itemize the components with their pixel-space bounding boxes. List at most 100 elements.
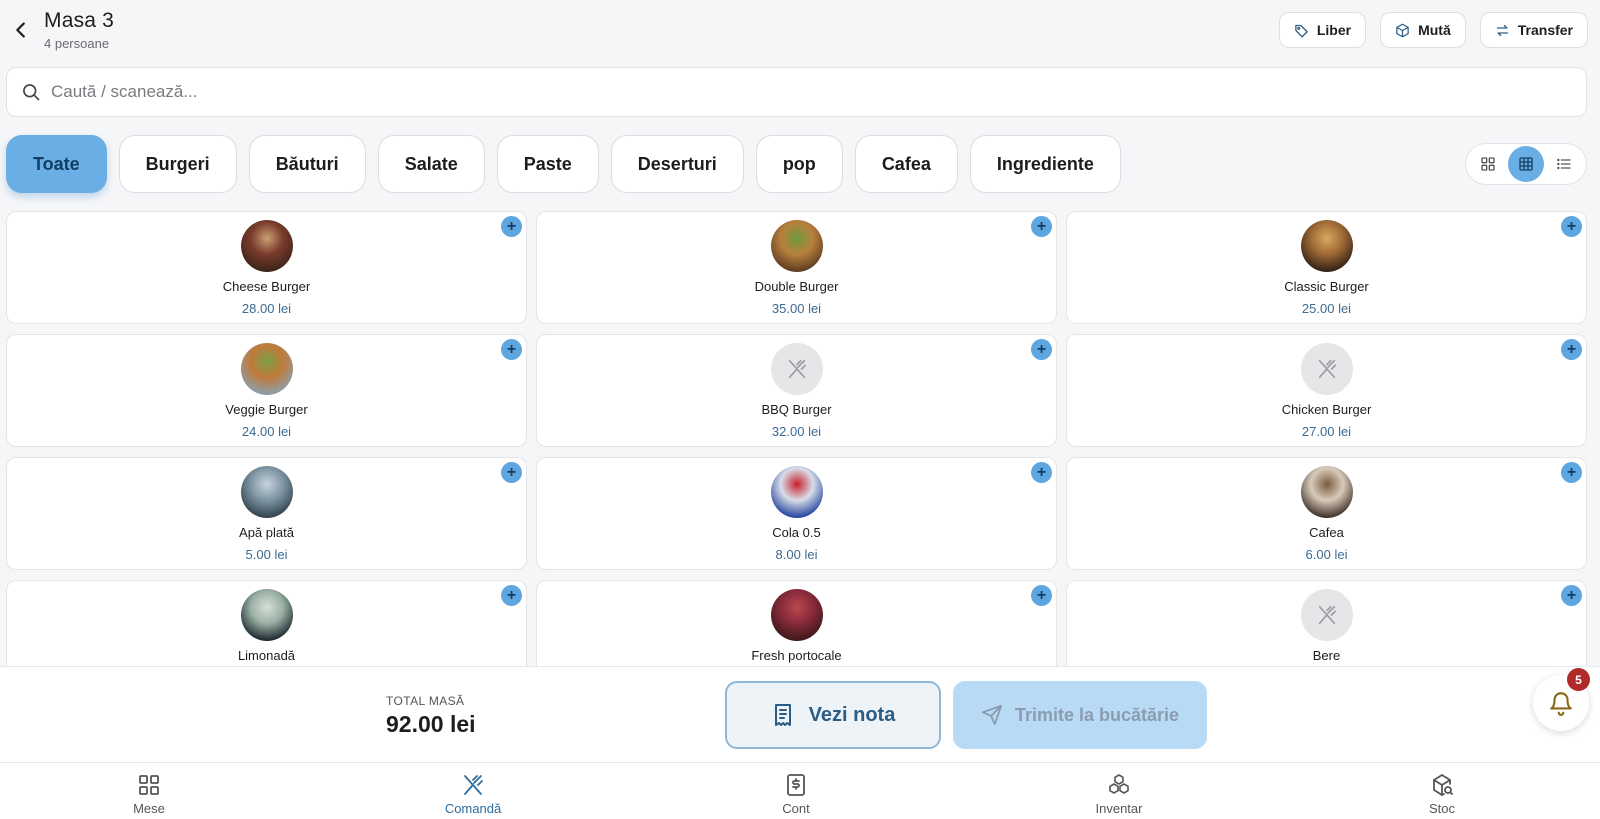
add-to-order-button[interactable]: + — [501, 339, 522, 360]
free-table-label: Liber — [1316, 22, 1352, 38]
tab-ingrediente[interactable]: Ingrediente — [969, 135, 1121, 193]
placeholder-thumbnail — [1300, 343, 1353, 395]
add-to-order-button[interactable]: + — [1031, 216, 1052, 237]
search-input[interactable] — [51, 82, 1586, 102]
tag-icon — [1295, 24, 1308, 37]
nav-cont-label: Cont — [782, 801, 810, 816]
product-name: Chicken Burger — [1281, 402, 1372, 417]
nav-cont[interactable]: Cont — [736, 773, 856, 816]
package-search-icon — [1433, 774, 1453, 796]
plus-icon: + — [1566, 586, 1577, 604]
tab-deserturi[interactable]: Deserturi — [610, 135, 744, 193]
add-to-order-button[interactable]: + — [1561, 216, 1582, 237]
tab-pop[interactable]: pop — [755, 135, 843, 193]
product-price: 32.00 lei — [771, 424, 822, 439]
transfer-label: Transfer — [1517, 22, 1573, 38]
tab-burgeri[interactable]: Burgeri — [118, 135, 237, 193]
tab-toate[interactable]: Toate — [6, 135, 107, 193]
add-to-order-button[interactable]: + — [1031, 585, 1052, 606]
plus-icon: + — [1036, 340, 1047, 358]
product-card[interactable]: Cafea 6.00 lei + — [1066, 457, 1587, 570]
burger-photo — [1300, 220, 1353, 272]
product-card[interactable]: Double Burger 35.00 lei + — [536, 211, 1057, 324]
product-price: 28.00 lei — [241, 301, 292, 316]
tab-cafea[interactable]: Cafea — [854, 135, 958, 193]
receipt-icon — [774, 704, 791, 726]
add-to-order-button[interactable]: + — [501, 585, 522, 606]
product-price: 35.00 lei — [771, 301, 822, 316]
view-list-button[interactable] — [1546, 146, 1582, 182]
nav-mese[interactable]: Mese — [89, 773, 209, 816]
tab-salate[interactable]: Salate — [377, 135, 485, 193]
transfer-button[interactable]: Transfer — [1479, 12, 1588, 48]
product-name: Cheese Burger — [222, 279, 311, 294]
product-card[interactable]: Fresh portocale + — [536, 580, 1057, 666]
free-table-button[interactable]: Liber — [1278, 12, 1367, 48]
search-icon — [23, 84, 40, 101]
product-card[interactable]: Bere + — [1066, 580, 1587, 666]
add-to-order-button[interactable]: + — [501, 462, 522, 483]
list-icon — [1557, 158, 1571, 170]
plus-icon: + — [506, 340, 517, 358]
plus-icon: + — [1036, 586, 1047, 604]
product-grid: Cheese Burger 28.00 lei + Double Burger … — [6, 211, 1587, 666]
add-to-order-button[interactable]: + — [1031, 339, 1052, 360]
product-price: 5.00 lei — [245, 547, 288, 562]
receipt-dollar-icon — [787, 774, 805, 796]
burger-photo — [770, 220, 823, 272]
product-price: 25.00 lei — [1301, 301, 1352, 316]
nav-comanda-label: Comandă — [444, 801, 502, 816]
add-to-order-button[interactable]: + — [501, 216, 522, 237]
view-bill-button[interactable]: Vezi nota — [725, 681, 941, 749]
add-to-order-button[interactable]: + — [1561, 585, 1582, 606]
view-compact-grid-button[interactable] — [1508, 146, 1544, 182]
page-title: Masa 3 — [44, 9, 115, 32]
swap-arrows-icon — [1496, 24, 1508, 36]
product-name: BBQ Burger — [761, 402, 832, 417]
product-card[interactable]: Apă plată 5.00 lei + — [6, 457, 527, 570]
page-subtitle: 4 persoane — [44, 36, 110, 51]
tab-bauturi[interactable]: Băuturi — [248, 135, 366, 193]
product-price: 24.00 lei — [241, 424, 292, 439]
product-card[interactable]: Classic Burger 25.00 lei + — [1066, 211, 1587, 324]
move-table-button[interactable]: Mută — [1380, 12, 1466, 48]
cola-photo — [770, 466, 823, 518]
product-name: Double Burger — [754, 279, 839, 294]
product-card[interactable]: BBQ Burger 32.00 lei + — [536, 334, 1057, 447]
back-button[interactable] — [10, 18, 32, 42]
bottom-navigation: Mese Comandă Cont Inventar Stoc — [0, 762, 1600, 819]
add-to-order-button[interactable]: + — [1031, 462, 1052, 483]
plus-icon: + — [1566, 463, 1577, 481]
plus-icon: + — [1036, 217, 1047, 235]
plus-icon: + — [506, 463, 517, 481]
placeholder-thumbnail — [770, 343, 823, 395]
product-card[interactable]: Cola 0.5 8.00 lei + — [536, 457, 1057, 570]
product-card[interactable]: Limonadă + — [6, 580, 527, 666]
product-card[interactable]: Cheese Burger 28.00 lei + — [6, 211, 527, 324]
placeholder-thumbnail — [1300, 589, 1353, 641]
box-icon — [1396, 23, 1409, 37]
tab-paste[interactable]: Paste — [496, 135, 599, 193]
product-name: Veggie Burger — [225, 402, 308, 417]
nav-stoc[interactable]: Stoc — [1382, 773, 1502, 816]
total-value: 92.00 lei — [386, 711, 476, 737]
product-card[interactable]: Veggie Burger 24.00 lei + — [6, 334, 527, 447]
add-to-order-button[interactable]: + — [1561, 462, 1582, 483]
utensils-crossed-icon — [788, 359, 806, 379]
product-name: Cafea — [1309, 525, 1344, 540]
compact-grid-icon — [1519, 157, 1533, 171]
water-photo — [240, 466, 293, 518]
product-name: Apă plată — [239, 525, 294, 540]
view-large-grid-button[interactable] — [1470, 146, 1506, 182]
product-card[interactable]: Chicken Burger 27.00 lei + — [1066, 334, 1587, 447]
move-table-label: Mută — [1418, 22, 1451, 38]
product-name: Fresh portocale — [751, 648, 842, 663]
juice-photo — [770, 589, 823, 641]
product-name: Cola 0.5 — [772, 525, 821, 540]
add-to-order-button[interactable]: + — [1561, 339, 1582, 360]
send-to-kitchen-button[interactable]: Trimite la bucătărie — [953, 681, 1207, 749]
send-to-kitchen-label: Trimite la bucătărie — [1014, 704, 1180, 725]
title-block: Masa 3 4 persoane — [44, 9, 114, 51]
nav-inventar[interactable]: Inventar — [1059, 773, 1179, 816]
nav-comanda[interactable]: Comandă — [413, 773, 533, 816]
